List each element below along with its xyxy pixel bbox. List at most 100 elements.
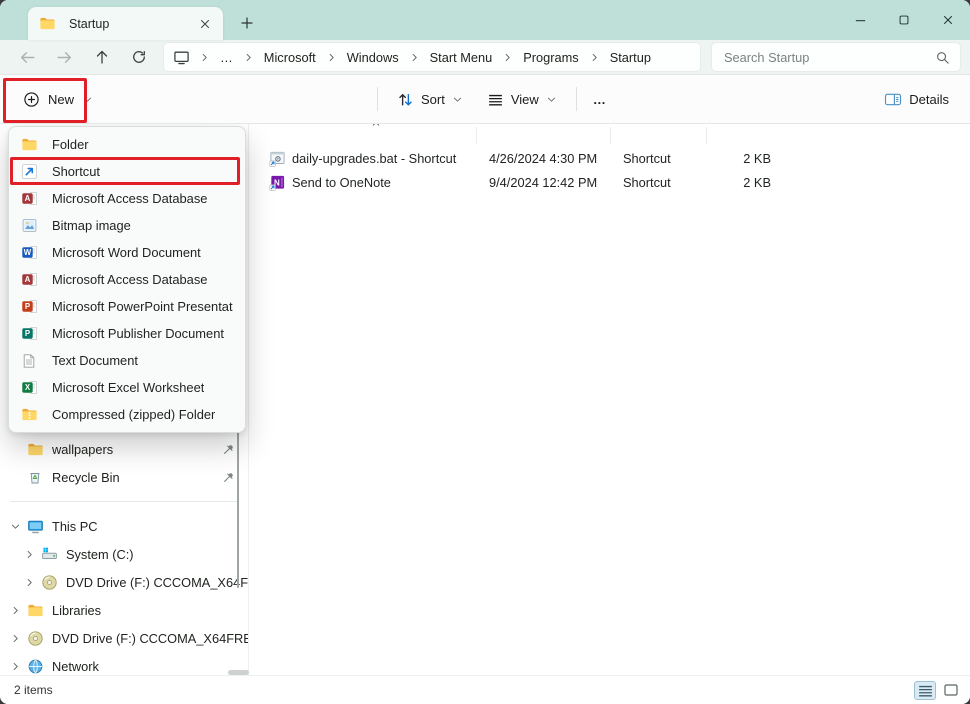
recycle-icon: [27, 469, 48, 485]
new-button[interactable]: New: [12, 84, 104, 115]
sidebar-item[interactable]: DVD Drive (F:) CCCOMA_X64FRE_EN-U: [0, 568, 248, 596]
breadcrumb-item[interactable]: Microsoft: [257, 47, 323, 68]
sidebar-item-label: System (C:): [66, 547, 248, 562]
zipfolder-icon: [21, 406, 39, 423]
chevron-right-small-icon[interactable]: [24, 577, 41, 588]
minimize-button[interactable]: [838, 0, 882, 40]
column-header[interactable]: [707, 127, 781, 144]
file-date: 9/4/2024 12:42 PM: [477, 175, 611, 190]
this-pc-icon[interactable]: [173, 49, 190, 66]
view-toggles: [914, 681, 962, 700]
menu-item[interactable]: W Microsoft Word Document: [9, 239, 245, 266]
menu-item[interactable]: Text Document: [9, 347, 245, 374]
breadcrumb-item[interactable]: Programs: [516, 47, 585, 68]
navigation-bar: … Microsoft Windows Start Menu: [0, 40, 970, 74]
file-type: Shortcut: [611, 151, 707, 166]
folder-icon: [27, 441, 48, 458]
column-header[interactable]: [257, 127, 477, 144]
search-box[interactable]: [711, 42, 961, 72]
breadcrumb-item[interactable]: Start Menu: [423, 47, 500, 68]
sidebar-item[interactable]: wallpapers: [0, 435, 248, 463]
toolbar-action[interactable]: [165, 82, 206, 116]
file-size: 2 KB: [707, 175, 781, 190]
onenote-shortcut-icon: N: [269, 174, 286, 191]
svg-text:A: A: [25, 194, 31, 203]
menu-item[interactable]: Shortcut: [9, 158, 245, 185]
drive-icon: [41, 546, 62, 563]
chevron-right-small-icon[interactable]: [10, 605, 27, 616]
chevron-right-small-icon[interactable]: [24, 549, 41, 560]
menu-item[interactable]: A Microsoft Access Database: [9, 266, 245, 293]
sort-button[interactable]: Sort: [387, 84, 473, 115]
menu-item[interactable]: Compressed (zipped) Folder: [9, 401, 245, 428]
file-name: Send to OneNote: [292, 175, 391, 190]
menu-item-label: Shortcut: [52, 164, 100, 179]
breadcrumb-item[interactable]: …: [213, 47, 240, 68]
sidebar-item[interactable]: This PC: [0, 512, 248, 540]
bitmap-icon: [21, 217, 39, 234]
menu-item[interactable]: P Microsoft Publisher Document: [9, 320, 245, 347]
sidebar-item[interactable]: DVD Drive (F:) CCCOMA_X64FRE_EN-US_: [0, 624, 248, 652]
refresh-button[interactable]: [120, 43, 157, 72]
see-more-button[interactable]: …: [584, 83, 616, 115]
menu-item-label: Microsoft Access Database: [52, 272, 207, 287]
menu-item[interactable]: A Microsoft Access Database: [9, 185, 245, 212]
pane-divider: [248, 124, 249, 675]
view-button[interactable]: View: [477, 84, 567, 115]
menu-item-label: Compressed (zipped) Folder: [52, 407, 215, 422]
breadcrumb-item[interactable]: Windows: [340, 47, 406, 68]
svg-text:A: A: [25, 275, 31, 284]
plus-circle-icon: [23, 91, 40, 108]
chevron-down-small-icon[interactable]: [10, 521, 27, 532]
titlebar: Startup: [0, 0, 970, 40]
toolbar-action[interactable]: [206, 82, 247, 116]
menu-item[interactable]: Bitmap image: [9, 212, 245, 239]
details-view-toggle[interactable]: [914, 681, 936, 700]
file-row[interactable]: N Send to OneNote 9/4/2024 12:42 PM Shor…: [257, 170, 970, 194]
tab-label: Startup: [69, 17, 193, 31]
toolbar: New Sort View: [0, 74, 970, 124]
sidebar-item[interactable]: Network: [0, 652, 248, 675]
dvd-icon: [27, 630, 48, 647]
toolbar-action[interactable]: [247, 82, 288, 116]
breadcrumb-item[interactable]: Startup: [603, 47, 658, 68]
chevron-right-small-icon[interactable]: [10, 633, 27, 644]
chevron-right-small-icon[interactable]: [10, 661, 27, 672]
column-header[interactable]: [611, 127, 707, 144]
file-row[interactable]: daily-upgrades.bat - Shortcut 4/26/2024 …: [257, 146, 970, 170]
menu-item[interactable]: Folder: [9, 131, 245, 158]
chevron-right-icon: [589, 52, 600, 63]
up-button[interactable]: [83, 43, 120, 72]
sidebar-item-label: DVD Drive (F:) CCCOMA_X64FRE_EN-US_: [52, 631, 248, 646]
tab-startup[interactable]: Startup: [28, 7, 223, 40]
menu-item[interactable]: X Microsoft Excel Worksheet: [9, 374, 245, 401]
column-header[interactable]: [477, 127, 611, 144]
close-button[interactable]: [926, 0, 970, 40]
sidebar-item[interactable]: Libraries: [0, 596, 248, 624]
sort-icon: [397, 91, 414, 108]
tab-close-icon[interactable]: [193, 12, 217, 36]
svg-text:P: P: [25, 302, 30, 311]
chevron-down-icon: [82, 94, 93, 105]
network-icon: [27, 658, 48, 675]
sidebar-item[interactable]: System (C:): [0, 540, 248, 568]
details-pane-button[interactable]: Details: [875, 86, 958, 113]
maximize-button[interactable]: [882, 0, 926, 40]
toolbar-action[interactable]: [124, 82, 165, 116]
large-icons-view-toggle[interactable]: [940, 681, 962, 700]
search-input[interactable]: [722, 49, 929, 66]
publisher-icon: P: [21, 325, 39, 342]
toolbar-action[interactable]: [329, 82, 370, 116]
address-bar[interactable]: … Microsoft Windows Start Menu: [163, 42, 701, 72]
new-button-label: New: [48, 92, 74, 107]
sidebar-scrollbar[interactable]: [237, 432, 239, 588]
new-tab-button[interactable]: [232, 8, 262, 38]
content-area: wallpapers Recycle Bin This PC: [0, 124, 970, 675]
toolbar-action[interactable]: [288, 82, 329, 116]
back-button[interactable]: [9, 43, 46, 72]
sidebar-item-label: This PC: [52, 519, 248, 534]
forward-button[interactable]: [46, 43, 83, 72]
sidebar-item[interactable]: Recycle Bin: [0, 463, 248, 491]
menu-item[interactable]: P Microsoft PowerPoint Presentation: [9, 293, 245, 320]
svg-text:P: P: [25, 329, 30, 338]
